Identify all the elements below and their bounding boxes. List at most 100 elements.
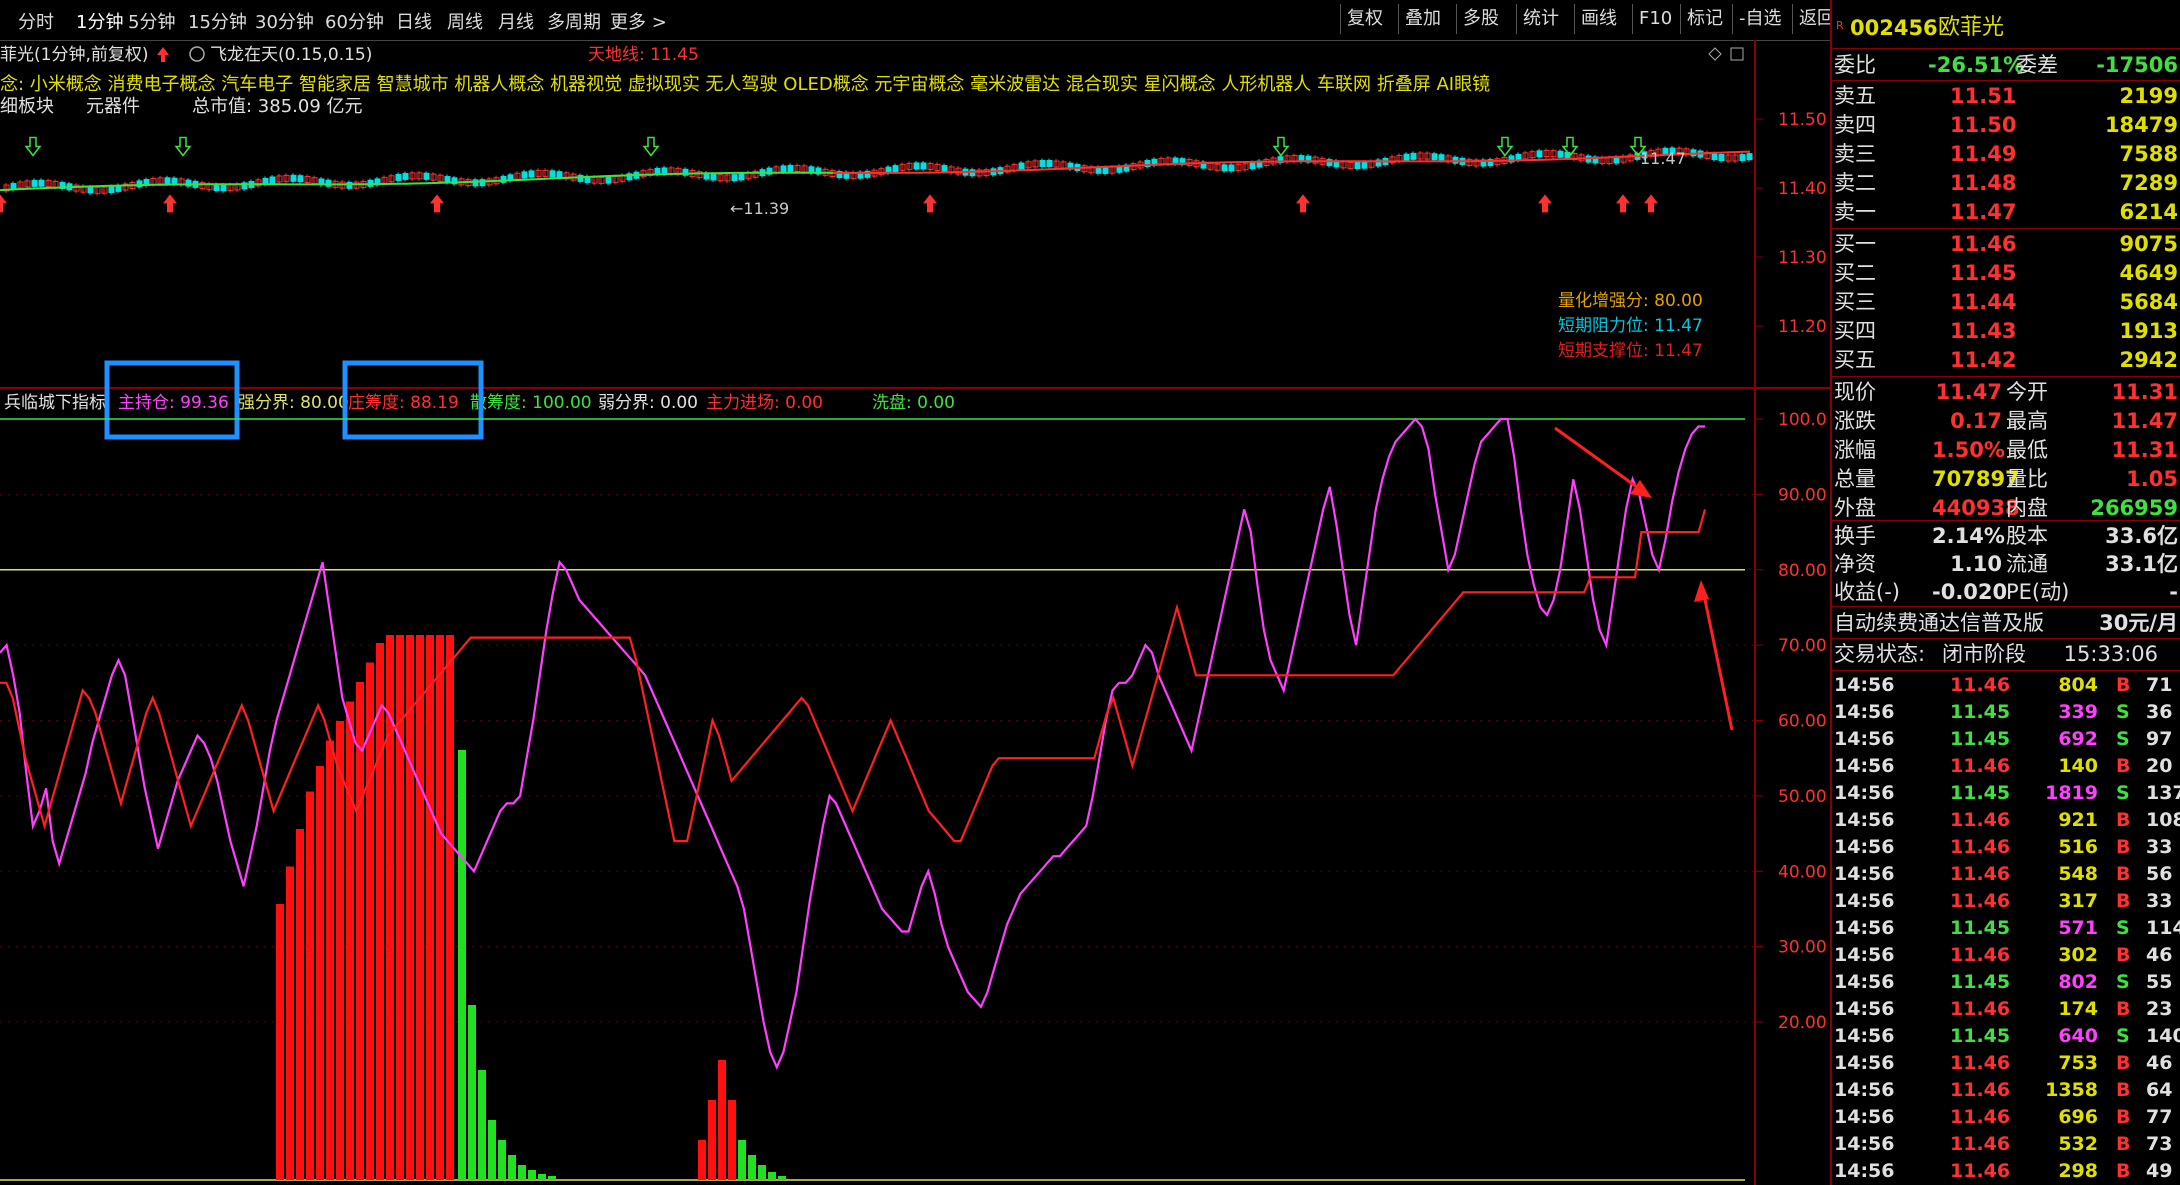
candle-body [1102, 166, 1109, 174]
tick-side: B [2116, 944, 2131, 966]
stats-row-0: 现价 11.47 今开 11.31 [1832, 378, 2180, 406]
asks-volume: 7289 [2119, 171, 2178, 195]
tick-row-16: 14:56 11.46 696 B 77 [1832, 1104, 2180, 1131]
sell-signal-icon [174, 136, 192, 157]
candle-body [787, 164, 794, 172]
divider [1832, 520, 2180, 521]
action-button-0[interactable]: 复权 [1340, 4, 1389, 34]
tick-count: 71 [2146, 674, 2173, 696]
candle-body [1228, 164, 1235, 172]
period-tab-4[interactable]: 30分钟 [255, 8, 314, 34]
green-bar [468, 1005, 476, 1180]
candle-body [31, 179, 38, 187]
action-button-4[interactable]: 画线 [1574, 4, 1623, 34]
annotation-arrow-line [1554, 426, 1649, 497]
quote-panel: R 002456 欧菲光 委比 -26.51% 委差 -17506 卖五 11.51 2199 卖四… [1830, 0, 2180, 1185]
action-button-7[interactable]: -自选 [1732, 4, 1788, 34]
tick-price: 11.45 [1950, 701, 2011, 723]
action-button-2[interactable]: 多股 [1456, 4, 1505, 34]
tick-price: 11.46 [1950, 674, 2011, 696]
red-bar [306, 791, 314, 1180]
tick-row-0: 14:56 11.46 804 B 71 [1832, 672, 2180, 699]
info-label-2: 短期支撑位: 11.47 [1558, 341, 1703, 361]
tick-side: B [2116, 1052, 2131, 1074]
buy-signal-icon [1538, 194, 1552, 213]
period-tab-6[interactable]: 日线 [396, 8, 432, 34]
period-tab-5[interactable]: 60分钟 [325, 8, 384, 34]
chart-action-buttons: 复权 叠加 多股 统计 画线 F10 标记 -自选 返回 [1340, 0, 1835, 40]
bids-price: 11.45 [1950, 261, 2017, 285]
period-tab-10[interactable]: 更多 > [610, 8, 667, 34]
green-bar [768, 1172, 776, 1180]
tick-time: 14:56 [1834, 809, 1895, 831]
sub-tick-label: 40.00 [1778, 862, 1827, 882]
period-tab-8[interactable]: 月线 [498, 8, 534, 34]
diamond-icon [1708, 47, 1722, 61]
weidiff-value: -17506 [2096, 53, 2178, 77]
sell-signal-icon [24, 136, 42, 157]
stats2-value1: 2.14% [1932, 524, 2005, 548]
tick-side: B [2116, 890, 2131, 912]
divider [1832, 376, 2180, 377]
tick-side: B [2116, 1106, 2131, 1128]
tick-price: 11.45 [1950, 917, 2011, 939]
candle-body [1039, 159, 1046, 167]
candle-body [1249, 162, 1256, 170]
red-bar [356, 682, 364, 1180]
period-tab-0[interactable]: 分时 [18, 8, 54, 34]
red-bar [708, 1100, 716, 1180]
period-tab-2[interactable]: 5分钟 [128, 8, 175, 34]
weibi-pct: -26.51% [1928, 53, 2025, 77]
divider [1832, 48, 2180, 49]
period-tab-7[interactable]: 周线 [447, 8, 483, 34]
candle-body [1557, 150, 1564, 158]
tick-row-15: 14:56 11.46 1358 B 64 [1832, 1077, 2180, 1104]
candle-body [297, 175, 304, 183]
weibi-row: 委比 -26.51% 委差 -17506 [1832, 51, 2180, 79]
tick-count: 36 [2146, 701, 2173, 723]
tick-row-3: 14:56 11.46 140 B 20 [1832, 753, 2180, 780]
tick-volume: 339 [2058, 701, 2098, 723]
tick-count: 49 [2146, 1160, 2173, 1182]
candle-body [1739, 154, 1746, 162]
promo-row[interactable]: 自动续费通达信普及版 30元/月 [1832, 609, 2180, 637]
tick-row-10: 14:56 11.46 302 B 46 [1832, 942, 2180, 969]
legend-item-0: 主持仓: 99.36 [118, 393, 229, 413]
tick-count: 140 [2146, 1025, 2180, 1047]
action-button-1[interactable]: 叠加 [1398, 4, 1447, 34]
stats-label2: 最低 [2006, 438, 2048, 462]
period-tab-1[interactable]: 1分钟 [76, 8, 123, 34]
tick-price: 11.46 [1950, 944, 2011, 966]
series-line-1 [0, 509, 1707, 843]
action-button-6[interactable]: 标记 [1680, 4, 1729, 34]
stats-value1: 707897 [1932, 467, 2020, 491]
action-button-3[interactable]: 统计 [1516, 4, 1565, 34]
up-arrow-icon [157, 47, 169, 62]
tick-side: B [2116, 863, 2131, 885]
green-bar [758, 1165, 766, 1180]
tick-count: 77 [2146, 1106, 2173, 1128]
r-badge-icon: R [1836, 19, 1844, 32]
asks-label: 卖五 [1834, 84, 1876, 108]
tick-side: S [2116, 728, 2130, 750]
period-tab-3[interactable]: 15分钟 [188, 8, 247, 34]
legend-item-4: 弱分界: 0.00 [598, 393, 698, 413]
tick-row-9: 14:56 11.45 571 S 114 [1832, 915, 2180, 942]
red-bar [316, 766, 324, 1180]
tick-side: S [2116, 782, 2130, 804]
stats2-row-2: 收益(-) -0.020 PE(动) - [1832, 578, 2180, 606]
tick-volume: 174 [2058, 998, 2098, 1020]
bids-volume: 1913 [2119, 319, 2178, 343]
tick-price: 11.45 [1950, 1025, 2011, 1047]
tick-price: 11.46 [1950, 1052, 2011, 1074]
action-button-5[interactable]: F10 [1632, 4, 1678, 34]
tick-side: B [2116, 755, 2131, 777]
chart-frame [0, 40, 1830, 1185]
trade-status-label: 交易状态: [1834, 642, 1926, 666]
period-tab-9[interactable]: 多周期 [547, 8, 601, 34]
legend-item-6: 洗盘: 0.00 [872, 393, 955, 413]
tick-price: 11.46 [1950, 1133, 2011, 1155]
tick-time: 14:56 [1834, 971, 1895, 993]
tick-price: 11.45 [1950, 782, 2011, 804]
candle-body [1536, 150, 1543, 158]
